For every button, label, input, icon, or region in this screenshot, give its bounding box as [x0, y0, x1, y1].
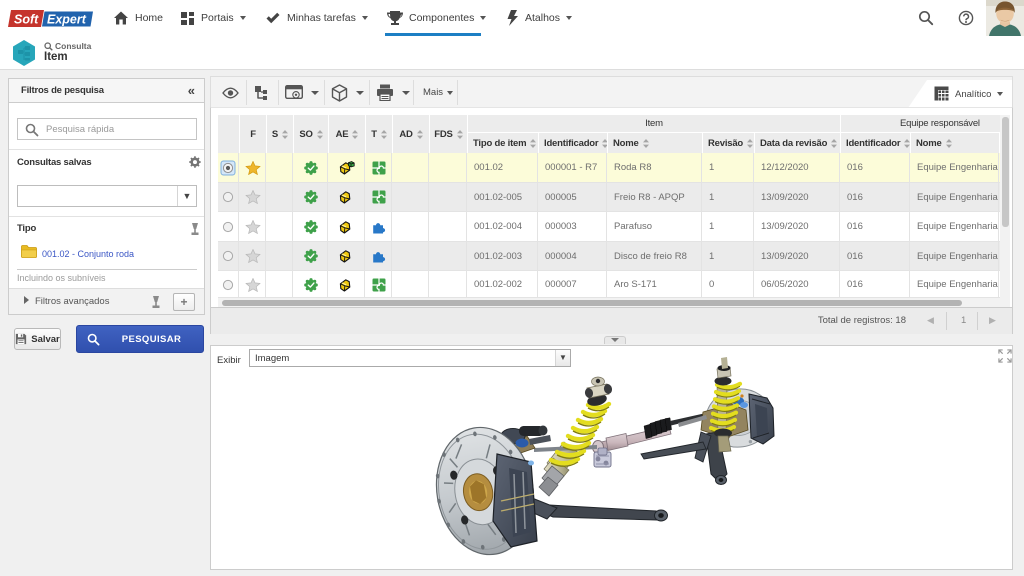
svg-text:Soft: Soft	[14, 13, 39, 27]
svg-text:Expert: Expert	[47, 13, 87, 27]
